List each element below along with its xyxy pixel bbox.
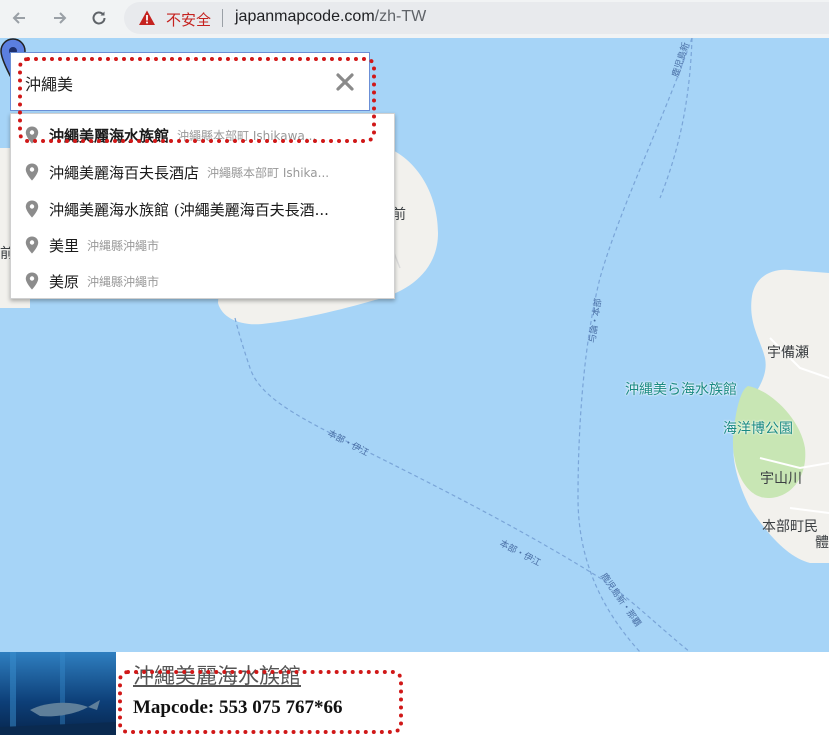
url-text: japanmapcode.com/zh-TW [235, 8, 426, 26]
back-button[interactable] [6, 5, 32, 31]
result-card: 沖繩美麗海水族館 Mapcode: 553 075 767*66 [0, 652, 829, 735]
map-label-aquarium[interactable]: 沖縄美ら海水族館 [625, 379, 737, 399]
suggestion-item[interactable]: 美里 沖縄縣沖繩市 [11, 227, 396, 263]
search-input[interactable] [25, 72, 325, 94]
clear-search-icon[interactable] [333, 69, 357, 95]
location-pin-icon [25, 272, 39, 290]
suggestion-sub-text: 沖縄縣沖繩市 [87, 238, 160, 253]
map-label-uzan: 宇山川 [760, 471, 802, 487]
location-pin-icon [25, 200, 39, 218]
location-pin-icon [25, 236, 39, 254]
forward-arrow-icon [54, 12, 67, 24]
suggestion-item[interactable]: 美原 沖縄縣沖繩市 [11, 263, 396, 299]
suggestion-sub-text: 沖縄縣沖繩市 [87, 274, 160, 289]
suggestion-main-text: 沖繩美麗海水族館 (沖繩美麗海百夫長酒... [49, 200, 329, 219]
security-status-label: 不安全 [166, 11, 212, 29]
warning-triangle-icon [139, 10, 155, 25]
url-host: japanmapcode.com [235, 8, 375, 25]
url-path: /zh-TW [374, 8, 427, 25]
address-separator [222, 9, 223, 27]
suggestion-main-text: 沖繩美麗海百夫長酒店 [49, 163, 200, 182]
location-pin-icon [25, 163, 39, 181]
map-label-ubishi: 宇備瀬 [767, 345, 809, 361]
aquarium-thumbnail[interactable] [0, 652, 116, 735]
suggestion-main-text: 美里 [49, 236, 80, 255]
reload-icon [92, 11, 106, 25]
browser-toolbar: 不安全 japanmapcode.com/zh-TW [0, 0, 829, 38]
map-label-motobu-tail: 體 [815, 535, 829, 551]
suggestion-sub-text: 沖繩縣本部町 Ishikawa... [177, 128, 317, 143]
search-box [10, 52, 370, 111]
suggestion-item[interactable]: 沖繩美麗海水族館 (沖繩美麗海百夫長酒... [11, 191, 396, 227]
address-bar[interactable]: 不安全 japanmapcode.com/zh-TW [124, 2, 829, 34]
suggestion-sub-text: 沖繩縣本部町 Ishika... [207, 165, 330, 180]
mapcode-value: Mapcode: 553 075 767*66 [133, 697, 343, 718]
map-label-motobu: 本部町民 [762, 519, 818, 535]
back-arrow-icon [12, 12, 25, 24]
forward-button[interactable] [47, 5, 73, 31]
autocomplete-dropdown: 沖繩美麗海水族館 沖繩縣本部町 Ishikawa... 沖繩美麗海百夫長酒店 沖… [10, 113, 395, 299]
map-label-ocean-expo-park[interactable]: 海洋博公園 [723, 418, 793, 438]
suggestion-item[interactable]: 沖繩美麗海百夫長酒店 沖繩縣本部町 Ishika... [11, 154, 396, 190]
suggestion-main-text: 美原 [49, 272, 80, 291]
place-title-link[interactable]: 沖繩美麗海水族館 [133, 660, 301, 690]
suggestion-main-text: 沖繩美麗海水族館 [49, 126, 170, 145]
suggestion-item[interactable]: 沖繩美麗海水族館 沖繩縣本部町 Ishikawa... [11, 117, 396, 153]
location-pin-icon [25, 126, 39, 144]
ferry-route-yoron-motobu [577, 38, 693, 652]
reload-button[interactable] [86, 5, 112, 31]
